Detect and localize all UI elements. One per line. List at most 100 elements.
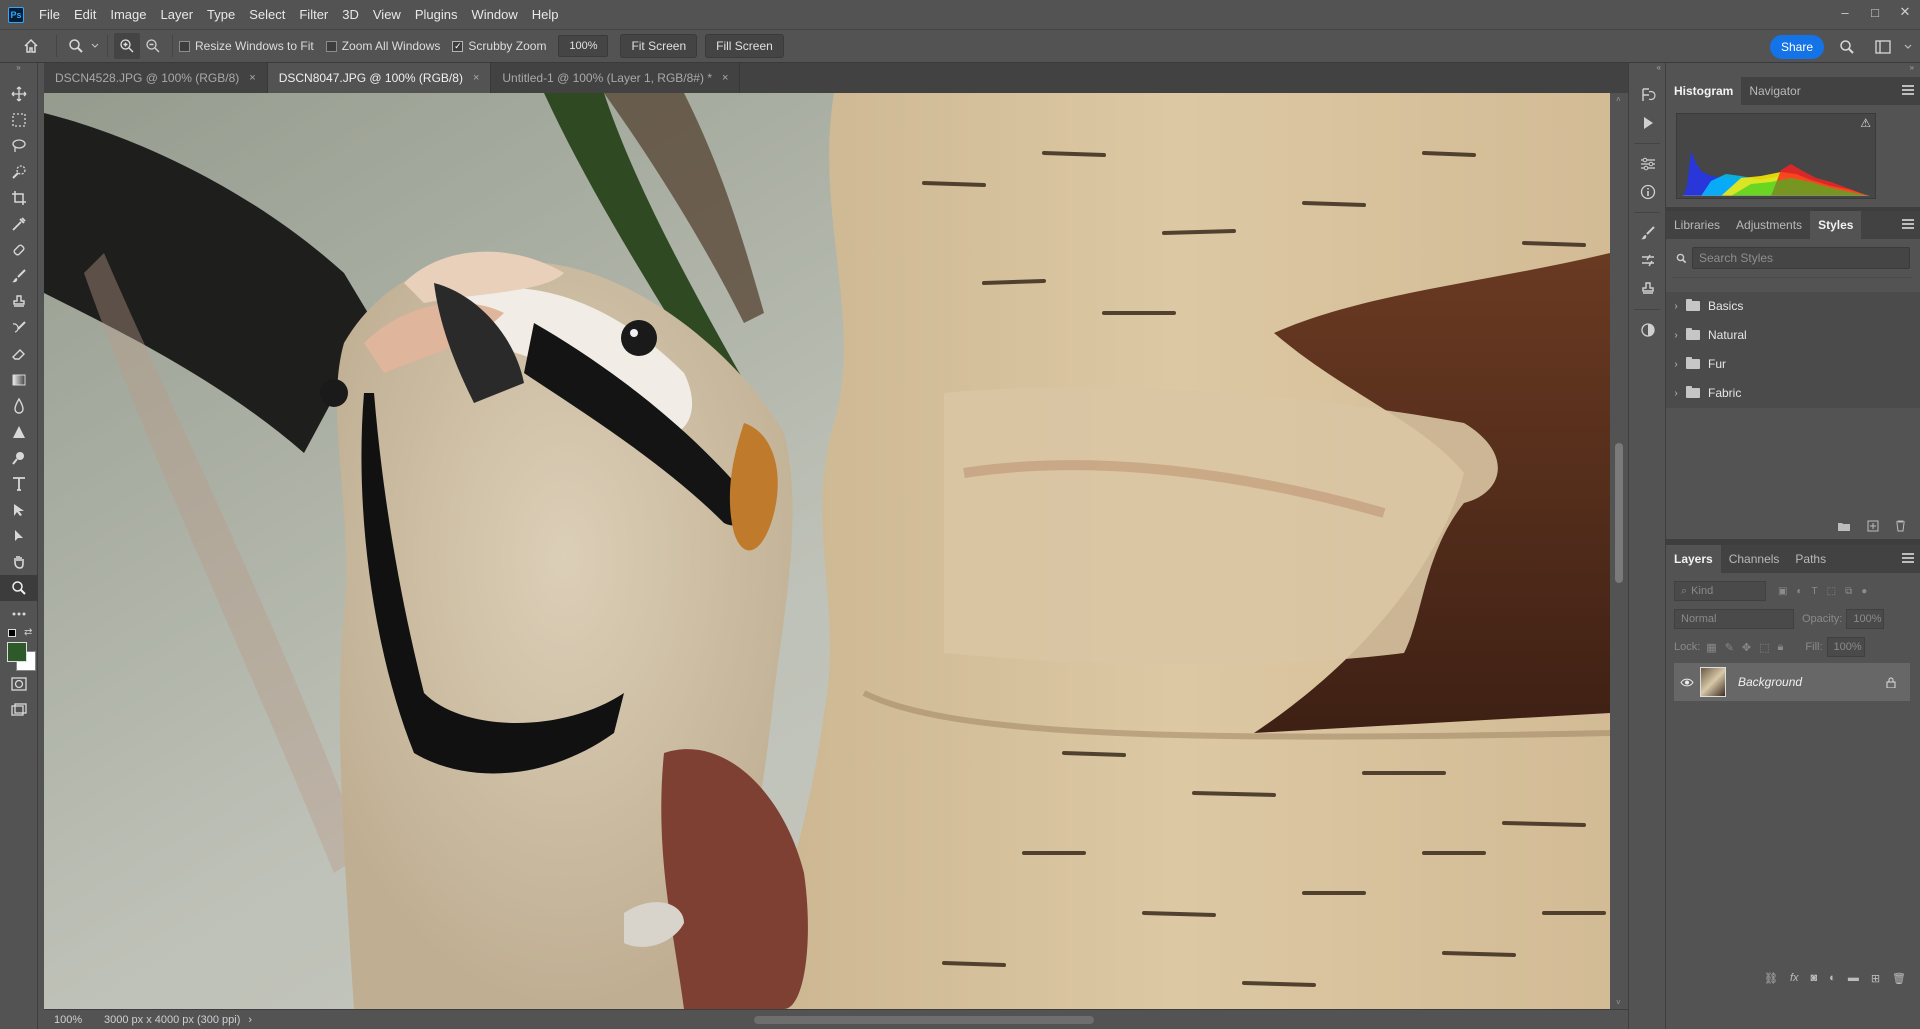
- tab-adjustments[interactable]: Adjustments: [1728, 211, 1810, 239]
- menu-layer[interactable]: Layer: [154, 0, 201, 29]
- quick-mask-icon[interactable]: [0, 671, 38, 697]
- link-layers-icon[interactable]: ⛓︎: [1764, 972, 1778, 985]
- layer-style-fx-icon[interactable]: fx: [1790, 972, 1799, 984]
- type-tool-icon[interactable]: [0, 471, 38, 497]
- chevron-right-icon[interactable]: ›: [1666, 330, 1686, 341]
- checkbox-checked[interactable]: ✓: [452, 40, 464, 52]
- scrubby-zoom-checkbox[interactable]: ✓ Scrubby Zoom: [452, 39, 546, 53]
- visibility-eye-icon[interactable]: [1674, 678, 1700, 687]
- menu-help[interactable]: Help: [525, 0, 566, 29]
- document-tab[interactable]: Untitled-1 @ 100% (Layer 1, RGB/8#) * ×: [491, 63, 741, 93]
- resize-windows-checkbox[interactable]: Resize Windows to Fit: [179, 39, 314, 53]
- style-group-natural[interactable]: › Natural: [1666, 321, 1920, 350]
- scroll-down-icon[interactable]: ˅: [1616, 998, 1621, 1007]
- healing-brush-tool-icon[interactable]: [0, 237, 38, 263]
- new-group-folder-icon[interactable]: ▬: [1848, 972, 1859, 984]
- brushes-panel-icon[interactable]: [1629, 247, 1667, 275]
- swap-colors-icon[interactable]: ⇄: [24, 627, 32, 638]
- chevron-right-icon[interactable]: ›: [1666, 301, 1686, 312]
- new-group-folder-icon[interactable]: [1837, 521, 1851, 532]
- menu-window[interactable]: Window: [464, 0, 524, 29]
- zoom-tool-preset-icon[interactable]: [63, 33, 89, 59]
- style-group-fabric[interactable]: › Fabric: [1666, 379, 1920, 408]
- properties-panel-icon[interactable]: [1629, 150, 1667, 178]
- delete-icon[interactable]: 🗑︎: [1892, 972, 1906, 985]
- fill-screen-button[interactable]: Fill Screen: [705, 34, 784, 58]
- path-selection-tool-icon[interactable]: [0, 497, 38, 523]
- menu-edit[interactable]: Edit: [67, 0, 103, 29]
- move-tool-icon[interactable]: [0, 81, 38, 107]
- filter-smart-object-icon[interactable]: ⧉: [1845, 586, 1852, 597]
- collapse-arrows-icon[interactable]: »: [0, 63, 37, 73]
- menu-image[interactable]: Image: [103, 0, 153, 29]
- new-style-icon[interactable]: [1867, 520, 1879, 532]
- clone-stamp-tool-icon[interactable]: [0, 289, 38, 315]
- document-tab-active[interactable]: DSCN8047.JPG @ 100% (RGB/8) ×: [267, 63, 492, 93]
- screen-mode-icon[interactable]: [0, 697, 38, 723]
- vertical-scrollbar[interactable]: ˄ ˅: [1610, 93, 1628, 1009]
- filter-toggle-icon[interactable]: ●: [1861, 586, 1867, 597]
- checkbox-box[interactable]: [179, 40, 190, 52]
- clone-source-icon[interactable]: [1629, 275, 1667, 303]
- zoom-level[interactable]: 100%: [44, 1014, 88, 1026]
- menu-view[interactable]: View: [366, 0, 408, 29]
- style-group-basics[interactable]: › Basics: [1666, 292, 1920, 321]
- panel-menu-icon[interactable]: [1902, 553, 1914, 563]
- direct-selection-tool-icon[interactable]: [0, 523, 38, 549]
- checkbox-box[interactable]: [325, 40, 337, 52]
- lock-all-icon[interactable]: 🔒︎: [1778, 641, 1784, 654]
- adjustment-layer-icon[interactable]: ◐: [1829, 972, 1836, 984]
- more-tools-icon[interactable]: [0, 601, 38, 627]
- menu-filter[interactable]: Filter: [292, 0, 335, 29]
- filter-adjustment-icon[interactable]: ◐: [1796, 586, 1802, 597]
- filter-pixel-icon[interactable]: ▣: [1778, 586, 1787, 597]
- brush-tool-icon[interactable]: [0, 263, 38, 289]
- brush-settings-icon[interactable]: [1629, 219, 1667, 247]
- history-panel-icon[interactable]: [1629, 81, 1667, 109]
- filter-shape-icon[interactable]: ⬚: [1827, 586, 1836, 597]
- lock-transparent-icon[interactable]: ▦: [1706, 641, 1716, 654]
- zoom-out-icon[interactable]: [140, 33, 166, 59]
- menu-3d[interactable]: 3D: [335, 0, 366, 29]
- document-tab[interactable]: DSCN4528.JPG @ 100% (RGB/8) ×: [44, 63, 268, 93]
- close-tab-icon[interactable]: ×: [722, 72, 728, 84]
- layer-filter-kind[interactable]: ⌕ Kind: [1674, 581, 1766, 601]
- tab-libraries[interactable]: Libraries: [1666, 211, 1728, 239]
- eyedropper-tool-icon[interactable]: [0, 211, 38, 237]
- lock-image-icon[interactable]: ✎: [1725, 641, 1734, 654]
- zoom-in-icon[interactable]: [114, 33, 140, 59]
- new-layer-icon[interactable]: ⊞: [1871, 972, 1880, 985]
- close-tab-icon[interactable]: ×: [249, 72, 255, 84]
- add-mask-icon[interactable]: ◙: [1811, 972, 1818, 984]
- tab-channels[interactable]: Channels: [1721, 545, 1788, 573]
- collapse-arrows-icon[interactable]: »: [1666, 63, 1920, 77]
- crop-tool-icon[interactable]: [0, 185, 38, 211]
- menu-type[interactable]: Type: [200, 0, 242, 29]
- styles-search-input[interactable]: Search Styles: [1692, 247, 1910, 269]
- maximize-button[interactable]: □: [1860, 0, 1890, 24]
- foreground-color-swatch[interactable]: [7, 642, 27, 662]
- quick-selection-tool-icon[interactable]: [0, 159, 38, 185]
- lock-artboard-icon[interactable]: ⬚: [1759, 641, 1769, 654]
- hand-tool-icon[interactable]: [0, 549, 38, 575]
- menu-plugins[interactable]: Plugins: [408, 0, 465, 29]
- home-icon[interactable]: [18, 33, 44, 59]
- lock-icon[interactable]: [1886, 677, 1910, 688]
- chevron-down-icon[interactable]: [1900, 34, 1916, 60]
- tab-layers[interactable]: Layers: [1666, 545, 1721, 573]
- minimize-button[interactable]: –: [1830, 0, 1860, 24]
- tab-styles[interactable]: Styles: [1810, 211, 1862, 239]
- tab-histogram[interactable]: Histogram: [1666, 77, 1742, 105]
- chevron-right-icon[interactable]: ›: [1666, 388, 1686, 399]
- horizontal-scrollbar[interactable]: [294, 1014, 1624, 1026]
- eraser-tool-icon[interactable]: [0, 341, 38, 367]
- collapse-arrows-icon[interactable]: «: [1629, 63, 1665, 81]
- scroll-up-icon[interactable]: ˄: [1616, 95, 1621, 104]
- delete-icon[interactable]: [1895, 520, 1906, 532]
- scrollbar-thumb[interactable]: [1615, 443, 1623, 583]
- zoom-all-windows-checkbox[interactable]: Zoom All Windows: [325, 39, 440, 53]
- workspace-icon[interactable]: [1870, 34, 1896, 60]
- default-colors-icon[interactable]: [8, 629, 16, 637]
- chevron-right-icon[interactable]: ›: [1666, 359, 1686, 370]
- share-button[interactable]: Share: [1770, 35, 1824, 59]
